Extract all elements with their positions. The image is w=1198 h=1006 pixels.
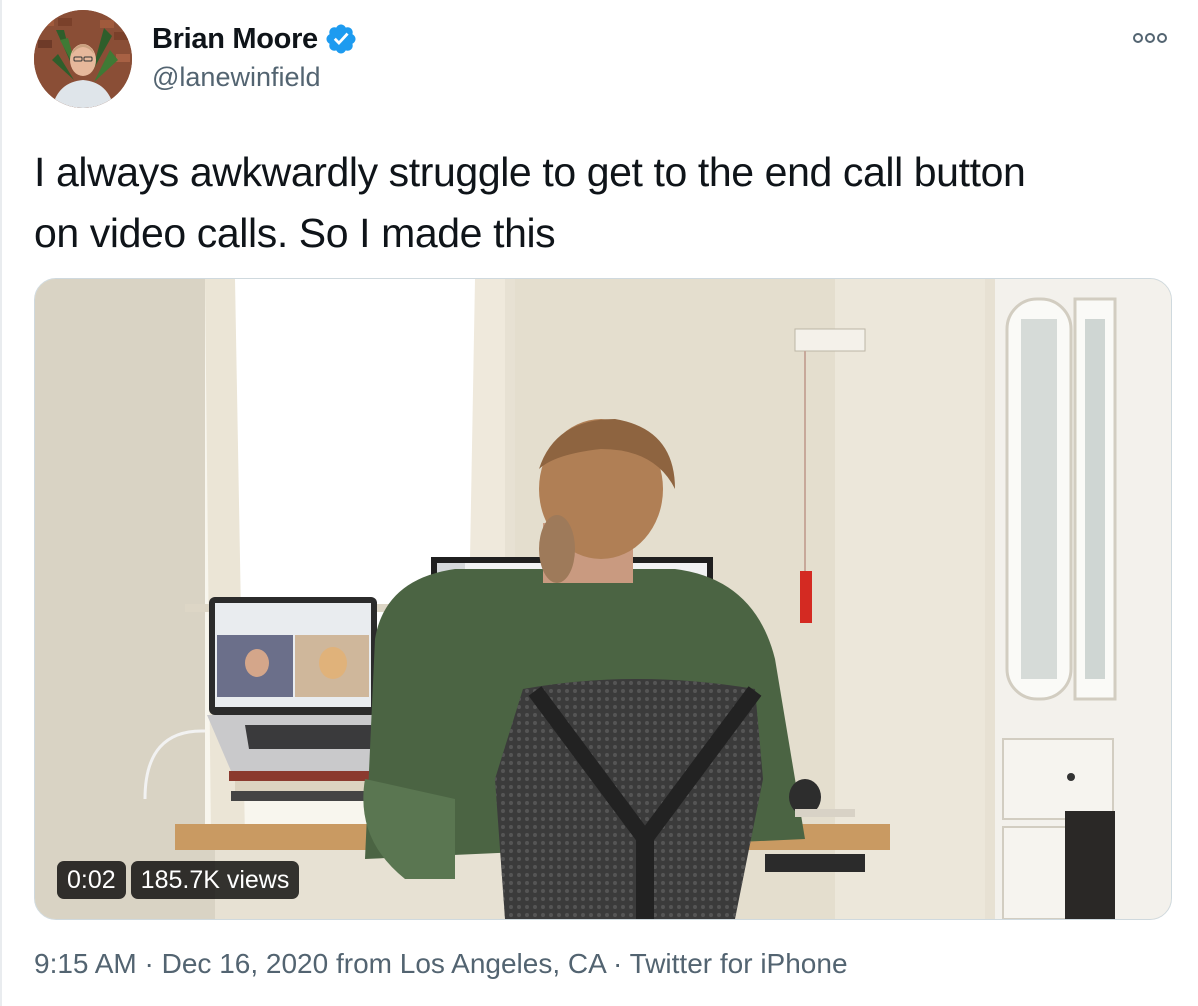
video-views: 185.7K views	[130, 861, 300, 899]
tweet-meta: 9:15 AM · Dec 16, 2020 from Los Angeles,…	[34, 948, 848, 980]
left-border	[0, 0, 2, 1006]
tweet-source[interactable]: Twitter for iPhone	[630, 948, 848, 979]
verified-badge-icon	[326, 24, 356, 54]
meta-separator: ·	[136, 948, 162, 979]
author-name[interactable]: Brian Moore	[152, 23, 318, 56]
video-duration: 0:02	[57, 861, 126, 899]
tweet-date[interactable]: Dec 16, 2020	[162, 948, 329, 979]
tweet-text: I always awkwardly struggle to get to th…	[34, 142, 1154, 264]
author-handle[interactable]: @lanewinfield	[152, 62, 321, 93]
tweet-text-line-2: on video calls. So I made this	[34, 210, 556, 256]
meta-separator: ·	[605, 948, 630, 979]
video-player[interactable]: 0:02 185.7K views	[34, 278, 1172, 920]
tweet-time[interactable]: 9:15 AM	[34, 948, 137, 979]
video-badges: 0:02 185.7K views	[57, 861, 300, 899]
video-thumbnail	[35, 279, 1171, 919]
tweet-location: from Los Angeles, CA	[328, 948, 606, 979]
tweet-text-line-1: I always awkwardly struggle to get to th…	[34, 149, 1026, 195]
author-name-row[interactable]: Brian Moore	[152, 22, 358, 56]
more-options-icon[interactable]	[1132, 28, 1168, 48]
avatar[interactable]	[34, 10, 132, 108]
